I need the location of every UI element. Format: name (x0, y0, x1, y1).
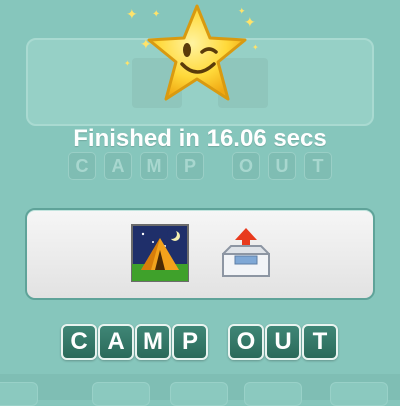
answer-letter-tile[interactable]: U (265, 324, 301, 360)
background-answer-tile: T (304, 152, 332, 180)
background-answer-tile: A (104, 152, 132, 180)
background-answer-tile: M (140, 152, 168, 180)
answer-letter-tile[interactable]: C (61, 324, 97, 360)
answer-tiles-row: C A M P O U T (0, 324, 400, 360)
bottom-toolbar (0, 374, 400, 406)
answer-letter-tile[interactable]: O (228, 324, 264, 360)
toolbar-button[interactable] (244, 382, 302, 406)
background-answer-tile: O (232, 152, 260, 180)
camping-tent-icon (131, 224, 189, 282)
toolbar-button[interactable] (170, 382, 228, 406)
puzzle-clue-card (25, 208, 375, 300)
toolbar-button[interactable] (0, 382, 38, 406)
toolbar-button[interactable] (92, 382, 150, 406)
background-answer-tile: U (268, 152, 296, 180)
sparkle-icon: ✦ (252, 43, 259, 52)
winking-star-icon (147, 4, 247, 101)
answer-letter-tile[interactable]: A (98, 324, 134, 360)
answer-letter-tile[interactable]: P (172, 324, 208, 360)
outbox-tray-icon (222, 228, 270, 277)
answer-letter-tile[interactable]: T (302, 324, 338, 360)
toolbar-button[interactable] (330, 382, 388, 406)
answer-letter-tile[interactable]: M (135, 324, 171, 360)
sparkle-icon: ✦ (126, 7, 138, 23)
finish-time-message: Finished in 16.06 secs (73, 125, 327, 152)
background-answer-tile: C (68, 152, 96, 180)
background-answer-tile: P (176, 152, 204, 180)
sparkle-icon: ✦ (124, 59, 131, 68)
